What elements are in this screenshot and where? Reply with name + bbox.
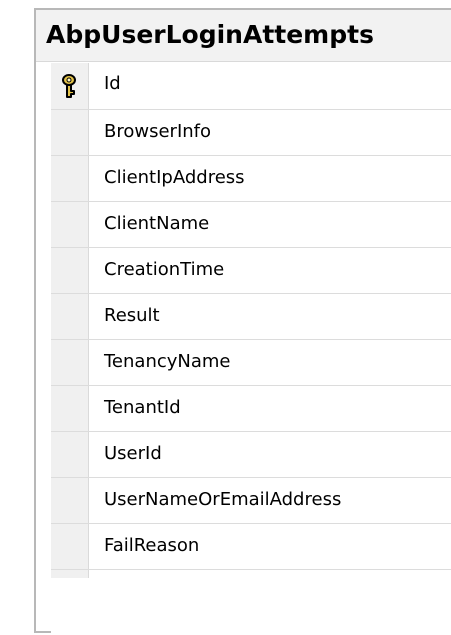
row-selector-tenancy-name[interactable]	[51, 340, 89, 385]
table-designer-window: AbpUserLoginAttempts Id BrowserInfo Clie…	[34, 8, 451, 635]
column-name-tenant-id: TenantId	[104, 397, 181, 418]
column-row-id[interactable]: Id	[51, 63, 451, 110]
column-row-client-ip-address[interactable]: ClientIpAddress	[51, 156, 451, 202]
column-row-fail-reason[interactable]: FailReason	[51, 524, 451, 570]
column-name-creation-time: CreationTime	[104, 259, 225, 280]
row-selector-creation-time[interactable]	[51, 248, 89, 293]
column-row-client-name[interactable]: ClientName	[51, 202, 451, 248]
column-name-id: Id	[104, 73, 121, 94]
row-selector-user-id[interactable]	[51, 432, 89, 477]
row-selector-tenant-id[interactable]	[51, 386, 89, 431]
column-name-tenancy-name: TenancyName	[104, 351, 231, 372]
column-row-tenancy-name[interactable]: TenancyName	[51, 340, 451, 386]
table-title-bar[interactable]: AbpUserLoginAttempts	[36, 10, 451, 62]
column-name-user-name-or-email-address: UserNameOrEmailAddress	[104, 489, 342, 510]
row-selector-id[interactable]	[51, 63, 89, 109]
primary-key-icon	[62, 74, 76, 98]
empty-grid-area	[51, 578, 451, 635]
row-selector-client-name[interactable]	[51, 202, 89, 247]
column-grid: Id BrowserInfo ClientIpAddress ClientNam…	[36, 63, 451, 635]
row-selector-browser-info[interactable]	[51, 110, 89, 155]
row-selector-fail-reason[interactable]	[51, 524, 89, 569]
column-row-user-id[interactable]: UserId	[51, 432, 451, 478]
table-title: AbpUserLoginAttempts	[46, 20, 374, 49]
row-selector-client-ip-address[interactable]	[51, 156, 89, 201]
column-row-user-name-or-email-address[interactable]: UserNameOrEmailAddress	[51, 478, 451, 524]
column-name-user-id: UserId	[104, 443, 162, 464]
column-row-result[interactable]: Result	[51, 294, 451, 340]
column-name-result: Result	[104, 305, 160, 326]
row-selector-user-name-or-email-address[interactable]	[51, 478, 89, 523]
column-name-client-name: ClientName	[104, 213, 210, 234]
column-name-client-ip-address: ClientIpAddress	[104, 167, 245, 188]
column-name-browser-info: BrowserInfo	[104, 121, 212, 142]
column-row-tenant-id[interactable]: TenantId	[51, 386, 451, 432]
column-name-fail-reason: FailReason	[104, 535, 200, 556]
row-selector-result[interactable]	[51, 294, 89, 339]
column-row-browser-info[interactable]: BrowserInfo	[51, 110, 451, 156]
column-row-creation-time[interactable]: CreationTime	[51, 248, 451, 294]
column-list: Id BrowserInfo ClientIpAddress ClientNam…	[51, 63, 451, 578]
